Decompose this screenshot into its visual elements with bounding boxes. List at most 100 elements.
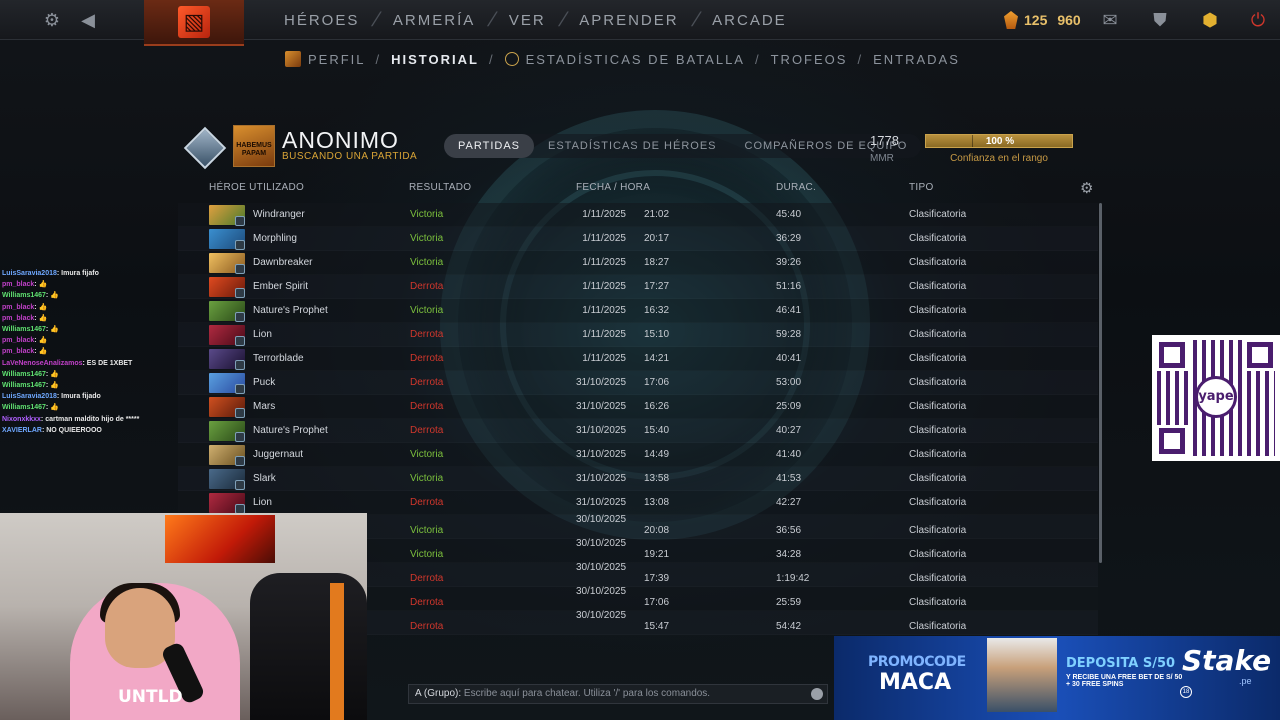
- power-icon[interactable]: ⏻: [1246, 8, 1270, 32]
- match-type: Clasificatoria: [909, 525, 967, 536]
- match-duration: 54:42: [776, 621, 802, 632]
- table-row[interactable]: Puck Derrota 31/10/2025 17:06 53:00 Clasifica…: [178, 371, 1098, 395]
- table-row[interactable]: Ember Spirit Derrota 1/11/2025 17:27 51:16 Cl…: [178, 275, 1098, 299]
- table-row[interactable]: Mars Derrota 31/10/2025 16:26 25:09 Clasifica…: [178, 395, 1098, 419]
- match-date: 30/10/2025: [576, 562, 627, 573]
- subnav-entradas[interactable]: ENTRADAS: [873, 52, 960, 67]
- chat-line: pm_black: 👍: [2, 279, 182, 290]
- match-result: Derrota: [410, 497, 444, 508]
- table-row[interactable]: Terrorblade Derrota 1/11/2025 14:21 40:41 Cla…: [178, 347, 1098, 371]
- chat-message: : 👍: [34, 337, 48, 345]
- rank-medal-icon[interactable]: [182, 126, 228, 170]
- promo-deposit: DEPOSITA S/50: [1066, 656, 1176, 671]
- subnav-battle-stats[interactable]: ESTADÍSTICAS DE BATALLA: [526, 52, 745, 67]
- hero-name: Dawnbreaker: [253, 257, 313, 268]
- match-type: Clasificatoria: [909, 281, 967, 292]
- nav-armory[interactable]: ARMERÍA: [379, 12, 489, 29]
- match-time: 18:27: [644, 257, 670, 268]
- wall-poster: [165, 515, 275, 563]
- emoji-icon[interactable]: [811, 688, 823, 700]
- subnav-trofeos[interactable]: TROFEOS: [771, 52, 848, 67]
- nav-learn[interactable]: APRENDER: [565, 12, 692, 29]
- profile-header: HABEMUS PAPAM ANONIMO BUSCANDO UNA PARTI…: [180, 122, 1100, 170]
- chat-line: Williams1467: 👍: [2, 324, 182, 335]
- chat-username: LaVeNenoseAnalizamos: [2, 359, 83, 367]
- match-date: 1/11/2025: [582, 329, 626, 340]
- chat-placeholder: Escribe aquí para chatear. Utiliza '/' p…: [463, 688, 711, 699]
- scrollbar[interactable]: [1099, 203, 1102, 563]
- stream-chat-log: LuisSaravia2018: Imura fijafo pm_black: 👍…: [2, 268, 182, 436]
- match-date: 31/10/2025: [576, 449, 627, 460]
- match-type: Clasificatoria: [909, 425, 967, 436]
- table-row[interactable]: Lion Derrota 31/10/2025 13:08 42:27 Clasifica…: [178, 491, 1098, 515]
- chat-username: pm_black: [2, 281, 35, 289]
- nav-watch[interactable]: VER: [495, 12, 560, 29]
- header-result[interactable]: RESULTADO: [409, 182, 471, 193]
- table-settings-gear-icon[interactable]: ⚙: [1080, 179, 1093, 197]
- role-badge-icon: [235, 336, 245, 346]
- match-result: Victoria: [410, 473, 444, 484]
- chat-input[interactable]: A (Grupo): Escribe aquí para chatear. Ut…: [408, 684, 828, 704]
- match-date: 30/10/2025: [576, 538, 627, 549]
- nav-heroes[interactable]: HÉROES: [270, 12, 373, 29]
- match-type: Clasificatoria: [909, 233, 967, 244]
- chat-channel: A (Grupo):: [415, 688, 462, 699]
- stake-logo: Stake: [1182, 644, 1272, 677]
- subnav-perfil[interactable]: PERFIL: [308, 52, 366, 67]
- table-row[interactable]: Juggernaut Victoria 31/10/2025 14:49 41:40 Cl…: [178, 443, 1098, 467]
- chat-message: : 👍: [45, 370, 59, 378]
- battle-stats-icon: [504, 52, 519, 66]
- chat-username: Williams1467: [2, 404, 46, 412]
- match-type: Clasificatoria: [909, 329, 967, 340]
- match-time: 17:39: [644, 573, 670, 584]
- match-time: 20:08: [644, 525, 670, 536]
- match-duration: 41:40: [776, 449, 802, 460]
- match-date: 1/11/2025: [582, 281, 626, 292]
- header-duration[interactable]: DURAC.: [776, 182, 816, 193]
- hero-name: Mars: [253, 401, 276, 412]
- table-row[interactable]: Lion Derrota 1/11/2025 15:10 59:28 Clasificat…: [178, 323, 1098, 347]
- mail-icon[interactable]: ✉: [1098, 8, 1122, 32]
- match-type: Clasificatoria: [909, 305, 967, 316]
- table-row[interactable]: Dawnbreaker Victoria 1/11/2025 18:27 39:26 Cl…: [178, 251, 1098, 275]
- match-type: Clasificatoria: [909, 377, 967, 388]
- match-date: 1/11/2025: [582, 305, 626, 316]
- dota-logo-button[interactable]: ▧: [144, 0, 244, 46]
- settings-gear-icon[interactable]: ⚙: [40, 8, 64, 32]
- table-row[interactable]: Slark Victoria 31/10/2025 13:58 41:53 Clasifi…: [178, 467, 1098, 491]
- match-time: 13:08: [644, 497, 670, 508]
- header-date[interactable]: FECHA / HORA: [576, 182, 650, 193]
- chat-line: Nixonxkkxx: cartman maldito hijo de ****…: [2, 414, 182, 425]
- shards-icon: [1004, 11, 1018, 29]
- back-arrow-icon[interactable]: ◀: [76, 8, 100, 32]
- match-date: 1/11/2025: [582, 257, 626, 268]
- chat-message: : Imura fijafo: [56, 270, 99, 277]
- table-row[interactable]: Morphling Victoria 1/11/2025 20:17 36:29 Clas…: [178, 227, 1098, 251]
- match-type: Clasificatoria: [909, 401, 967, 412]
- table-row[interactable]: Nature's Prophet Derrota 31/10/2025 15:40 40…: [178, 419, 1098, 443]
- promo-deposit-sub: Y RECIBE UNA FREE BET DE S/ 50 + 30 FREE…: [1066, 674, 1183, 688]
- header-type[interactable]: TIPO: [909, 182, 934, 193]
- match-result: Derrota: [410, 329, 444, 340]
- tab-hero-stats[interactable]: ESTADÍSTICAS DE HÉROES: [534, 134, 731, 158]
- match-time: 17:06: [644, 597, 670, 608]
- table-row[interactable]: Nature's Prophet Victoria 1/11/2025 16:32 46…: [178, 299, 1098, 323]
- match-result: Derrota: [410, 621, 444, 632]
- chat-username: pm_black: [2, 303, 35, 311]
- nav-arcade[interactable]: ARCADE: [698, 12, 801, 29]
- match-time: 15:10: [644, 329, 670, 340]
- role-badge-icon: [235, 384, 245, 394]
- chat-message: : 👍: [34, 303, 48, 311]
- match-result: Victoria: [410, 549, 444, 560]
- match-type: Clasificatoria: [909, 621, 967, 632]
- subnav-historial[interactable]: HISTORIAL: [391, 52, 479, 67]
- table-row[interactable]: Windranger Victoria 1/11/2025 21:02 45:40 Cla…: [178, 203, 1098, 227]
- header-hero[interactable]: HÉROE UTILIZADO: [209, 182, 304, 193]
- match-result: Victoria: [410, 233, 444, 244]
- match-type: Clasificatoria: [909, 473, 967, 484]
- tab-partidas[interactable]: PARTIDAS: [444, 134, 534, 158]
- avatar[interactable]: HABEMUS PAPAM: [233, 125, 275, 167]
- currency-display[interactable]: 125 960: [1004, 0, 1081, 40]
- plus-hex-icon[interactable]: ⬢: [1198, 8, 1222, 32]
- armory-icon[interactable]: ⛊: [1148, 8, 1172, 32]
